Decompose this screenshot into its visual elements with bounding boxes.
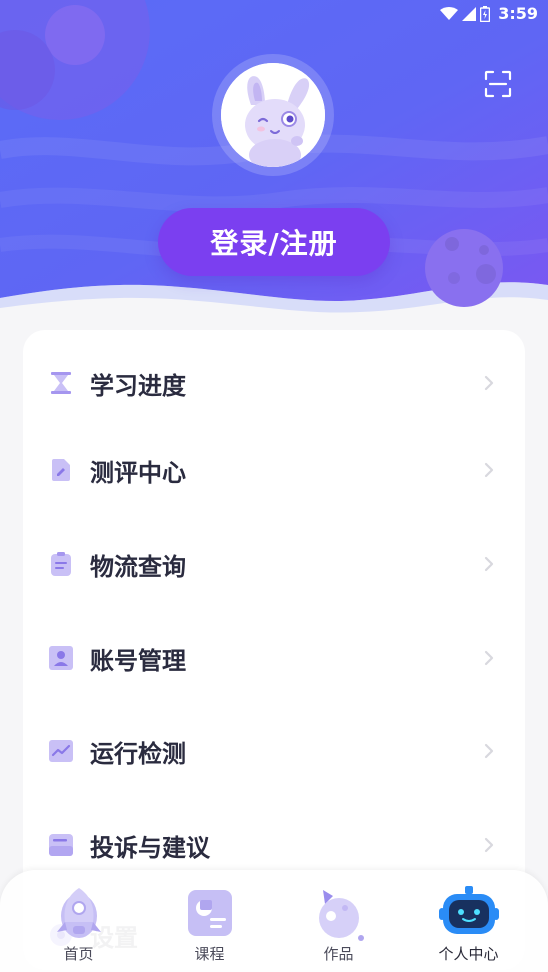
menu-item-run-detection[interactable]: 运行检测 (23, 706, 525, 796)
planet-icon (318, 890, 364, 941)
bunny-avatar-icon (221, 63, 325, 167)
chevron-right-icon (484, 462, 494, 478)
wifi-icon (440, 6, 459, 20)
robot-icon (438, 886, 499, 934)
user-card-icon (49, 646, 73, 670)
document-edit-icon (52, 459, 70, 481)
tab-home[interactable]: 首页 (10, 870, 147, 972)
menu-label: 投诉与建议 (90, 833, 210, 862)
course-book-icon (187, 890, 232, 936)
chart-line-icon (49, 740, 73, 762)
menu-label: 物流查询 (90, 552, 186, 581)
scan-icon[interactable] (484, 70, 512, 98)
status-bar: 3:59 (0, 0, 548, 30)
menu-item-study-progress[interactable]: 学习进度 (23, 338, 525, 428)
clipboard-icon (51, 552, 71, 576)
avatar[interactable] (221, 63, 325, 167)
status-icons: 3:59 (440, 4, 538, 23)
tab-profile[interactable]: 个人中心 (400, 870, 537, 972)
tab-label: 作品 (323, 945, 354, 963)
status-time: 3:59 (498, 4, 538, 23)
login-register-button[interactable]: 登录/注册 (158, 208, 390, 276)
menu-item-assessment-center[interactable]: 测评中心 (23, 425, 525, 515)
chevron-right-icon (484, 743, 494, 759)
feedback-box-icon (49, 834, 73, 856)
planet-decoration-icon (425, 229, 503, 307)
chevron-right-icon (484, 375, 494, 391)
menu-label: 运行检测 (90, 739, 186, 768)
chevron-right-icon (484, 837, 494, 853)
tab-label: 首页 (63, 945, 94, 963)
tab-label: 个人中心 (438, 945, 499, 963)
menu-label: 测评中心 (90, 458, 186, 487)
avatar-ring[interactable] (212, 54, 334, 176)
menu-item-account-management[interactable]: 账号管理 (23, 613, 525, 703)
tab-courses[interactable]: 课程 (141, 870, 278, 972)
chevron-right-icon (484, 556, 494, 572)
bottom-tab-bar: 首页 课程 作品 个人中心 (0, 870, 548, 972)
menu-item-logistics-query[interactable]: 物流查询 (23, 519, 525, 609)
battery-icon (480, 5, 491, 22)
tab-works[interactable]: 作品 (270, 870, 407, 972)
rocket-icon (56, 888, 101, 938)
signal-icon (462, 6, 477, 21)
menu-label: 账号管理 (90, 646, 186, 675)
tab-label: 课程 (194, 945, 225, 963)
hourglass-icon (51, 372, 71, 394)
menu-label: 学习进度 (90, 371, 186, 400)
chevron-right-icon (484, 650, 494, 666)
